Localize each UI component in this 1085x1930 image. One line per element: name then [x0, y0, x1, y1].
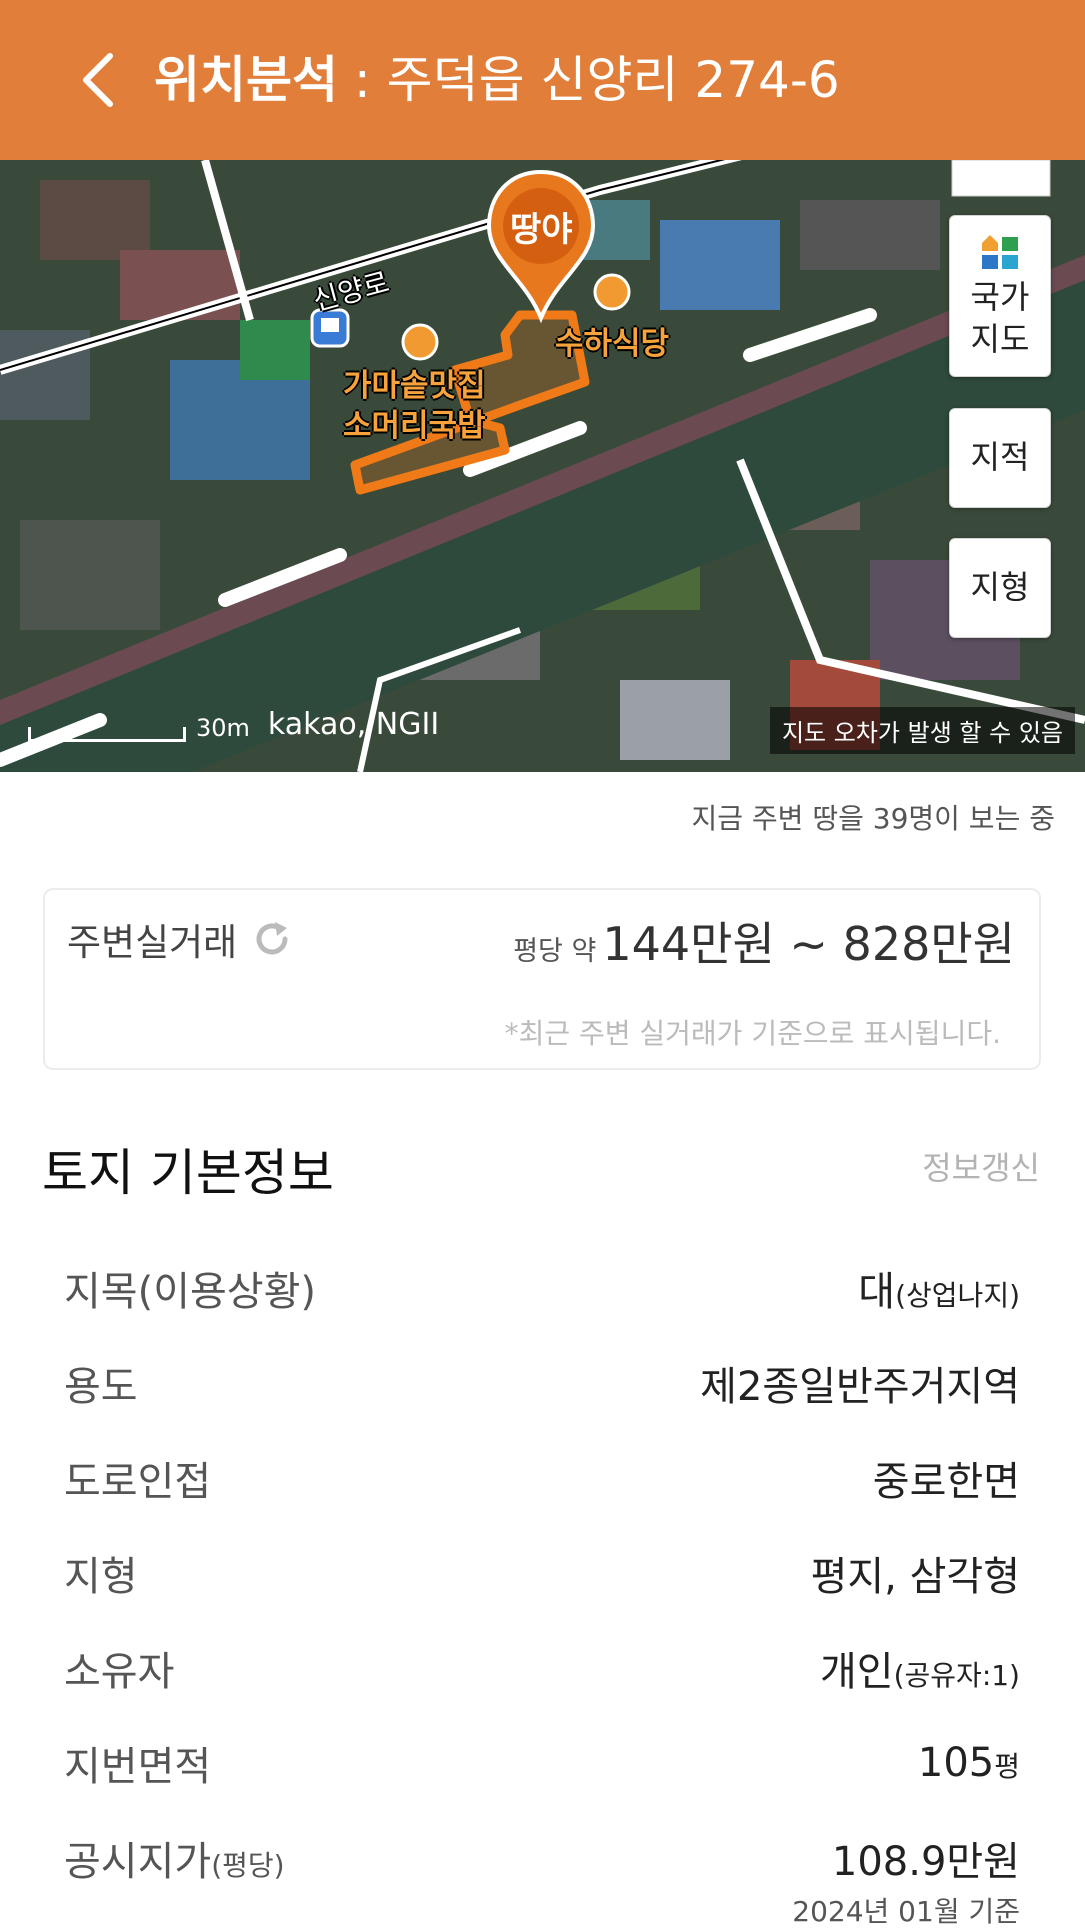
info-key-text: 소유자 — [64, 1648, 175, 1695]
back-button[interactable] — [58, 40, 138, 120]
refresh-info-button[interactable]: 정보갱신 — [922, 1143, 1040, 1189]
scale-text: 30m — [196, 714, 250, 742]
info-value-text: 평지, 삼각형 — [810, 1553, 1020, 1600]
info-row: 소유자 개인(공유자:1) — [64, 1620, 1020, 1715]
viewers-count-text: 지금 주변 땅을 39명이 보는 중 — [691, 802, 1056, 835]
info-value-text: 개인 — [820, 1648, 894, 1695]
page-title: 위치분석 : 주덕읍 신양리 274-6 — [154, 55, 840, 105]
info-value: 105평 — [918, 1740, 1020, 1786]
info-value: 대(상업나지) — [858, 1259, 1020, 1317]
info-value-suffix: (상업나지) — [895, 1278, 1020, 1312]
poi-label: 소머리국밥 — [343, 408, 486, 444]
page-title-main: 위치분석 — [154, 51, 338, 109]
terrain-button[interactable]: 지형 — [949, 538, 1051, 638]
info-value-suffix: 평 — [994, 1749, 1020, 1783]
info-key-text: 지번면적 — [64, 1743, 212, 1790]
info-row: 지번면적 105평 — [64, 1715, 1020, 1810]
info-key: 지번면적 — [64, 1734, 211, 1792]
map-scale: 30m kakao, NGII — [28, 707, 439, 742]
chevron-left-icon — [83, 53, 113, 107]
info-key-text: 도로인접 — [64, 1458, 212, 1505]
info-value-text: 중로한면 — [872, 1458, 1020, 1505]
cadastral-button[interactable]: 지적 — [949, 408, 1051, 508]
map-attribution: kakao, NGII — [267, 707, 440, 742]
price-range: 평당 약 144만원 ~ 828만원 — [513, 908, 1015, 974]
info-key: 용도 — [64, 1354, 138, 1412]
price-note: *최근 주변 실거래가 기준으로 표시됩니다. — [504, 1017, 1001, 1050]
price-range-value: 144만원 ~ 828만원 — [602, 917, 1015, 971]
info-key: 공시지가(평당) — [64, 1829, 285, 1887]
top-app-bar: 위치분석 : 주덕읍 신양리 274-6 — [0, 0, 1085, 160]
info-value: 중로한면 — [873, 1449, 1020, 1507]
info-value-suffix: (공유자:1) — [893, 1658, 1020, 1692]
info-value: 개인(공유자:1) — [820, 1639, 1020, 1697]
page-title-address: : 주덕읍 신양리 274-6 — [338, 51, 840, 109]
section-title: 토지 기본정보 — [42, 1144, 334, 1202]
info-key-suffix: (평당) — [211, 1848, 285, 1882]
info-value-text: 대 — [858, 1268, 896, 1315]
cadastral-label: 지적 — [970, 438, 1030, 477]
nearby-deals-label: 주변실거래 — [67, 921, 238, 964]
national-map-icon — [982, 235, 1018, 270]
land-info-list: 지목(이용상황) 대(상업나지) 용도 제2종일반주거지역도로인접 중로한면지형 평지, … — [64, 1240, 1020, 1905]
terrain-label: 지형 — [970, 568, 1030, 607]
info-row: 용도 제2종일반주거지역 — [64, 1335, 1020, 1430]
nearby-deals-card: 주변실거래 평당 약 144만원 ~ 828만원 *최근 주변 실거래가 기준으로… — [43, 888, 1041, 1070]
nearby-deals-header: 주변실거래 — [67, 912, 293, 966]
info-row: 도로인접 중로한면 — [64, 1430, 1020, 1525]
scale-bar — [28, 727, 186, 742]
info-row: 지목(이용상황) 대(상업나지) — [64, 1240, 1020, 1335]
info-value: 108.9만원 — [832, 1829, 1020, 1887]
pin-label: 땅야 — [510, 210, 573, 250]
info-key: 지형 — [64, 1544, 138, 1602]
info-value-text: 105 — [917, 1739, 995, 1786]
date-note: 2024년 01월 기준 — [792, 1895, 1020, 1928]
satellite-map[interactable]: 땅야 신양로 가마솥맛집 소머리국밥 수하식당 국가 지도 지적 지형 30m … — [0, 160, 1085, 772]
price-prefix: 평당 약 — [513, 936, 597, 967]
info-value: 제2종일반주거지역 — [700, 1354, 1020, 1412]
national-map-button[interactable]: 국가 지도 — [949, 215, 1051, 377]
poi-label: 가마솥맛집 — [343, 368, 486, 404]
info-value: 평지, 삼각형 — [811, 1544, 1020, 1602]
info-key-text: 지목(이용상황) — [64, 1268, 317, 1315]
info-value-text: 제2종일반주거지역 — [700, 1363, 1020, 1410]
info-key: 도로인접 — [64, 1449, 211, 1507]
info-key: 소유자 — [64, 1639, 174, 1697]
info-key-text: 공시지가 — [64, 1838, 212, 1885]
info-value-text: 108.9만원 — [831, 1838, 1020, 1885]
refresh-icon[interactable] — [251, 918, 293, 960]
info-key-text: 지형 — [64, 1553, 138, 1600]
national-map-label: 국가 지도 — [970, 278, 1030, 358]
poi-label: 수하식당 — [555, 326, 670, 362]
map-disclaimer: 지도 오차가 발생 할 수 있음 — [769, 707, 1075, 754]
info-key: 지목(이용상황) — [64, 1259, 316, 1317]
info-row: 지형 평지, 삼각형 — [64, 1525, 1020, 1620]
info-key-text: 용도 — [64, 1363, 138, 1410]
